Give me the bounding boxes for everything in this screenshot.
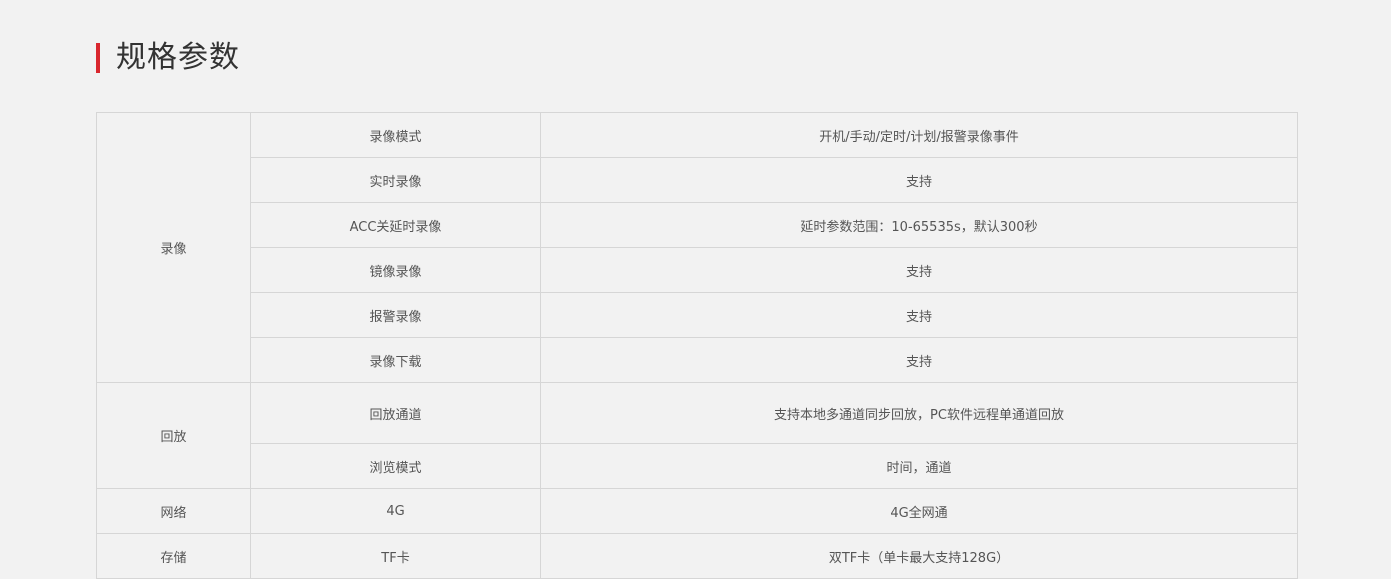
param-cell: 回放通道 [250, 382, 541, 444]
value-cell: 时间，通道 [540, 443, 1298, 489]
table-row: 报警录像 支持 [97, 292, 1298, 338]
value-cell: 延时参数范围：10-65535s，默认300秒 [540, 202, 1298, 248]
param-cell: 实时录像 [250, 157, 541, 203]
value-cell: 开机/手动/定时/计划/报警录像事件 [540, 112, 1298, 158]
table-row: 回放 回放通道 支持本地多通道同步回放，PC软件远程单通道回放 [96, 382, 1298, 489]
param-cell: ACC关延时录像 [250, 202, 541, 248]
table-row: 实时录像 支持 [97, 157, 1298, 203]
value-cell: 支持 [540, 247, 1298, 293]
param-cell: 镜像录像 [250, 247, 541, 293]
table-row: 存储 TF卡 双TF卡（单卡最大支持128G） [96, 533, 1298, 579]
param-cell: 报警录像 [250, 292, 541, 338]
table-row: 镜像录像 支持 [97, 247, 1298, 293]
page-title: 规格参数 [116, 40, 240, 75]
category-cell: 网络 [96, 488, 251, 534]
table-row: 录像下载 支持 [97, 337, 1298, 383]
value-cell: 支持 [540, 292, 1298, 338]
value-cell: 双TF卡（单卡最大支持128G） [540, 533, 1298, 579]
value-cell: 支持本地多通道同步回放，PC软件远程单通道回放 [540, 382, 1298, 444]
table-row: 录像 录像模式 开机/手动/定时/计划/报警录像事件 [96, 112, 1298, 383]
table-row: 浏览模式 时间，通道 [97, 443, 1298, 489]
category-cell: 存储 [96, 533, 251, 579]
section-heading: 规格参数 [96, 38, 240, 78]
value-cell: 支持 [540, 337, 1298, 383]
param-cell: 录像模式 [250, 112, 541, 158]
spec-page: 规格参数 录像 录像模式 开机/手动/定时/计划/报警录像事件 实时录像 支持 … [0, 0, 1391, 579]
table-row: ACC关延时录像 延时参数范围：10-65535s，默认300秒 [97, 202, 1298, 248]
table-row: 网络 4G 4G全网通 [96, 488, 1298, 534]
title-accent-bar [96, 43, 100, 73]
value-cell: 支持 [540, 157, 1298, 203]
param-cell: TF卡 [250, 533, 541, 579]
param-cell: 4G [250, 488, 541, 534]
spec-table: 录像 录像模式 开机/手动/定时/计划/报警录像事件 实时录像 支持 ACC关延… [96, 112, 1298, 579]
value-cell: 4G全网通 [540, 488, 1298, 534]
param-cell: 浏览模式 [250, 443, 541, 489]
category-cell: 录像 [96, 112, 251, 383]
param-cell: 录像下载 [250, 337, 541, 383]
category-cell: 回放 [96, 382, 251, 489]
